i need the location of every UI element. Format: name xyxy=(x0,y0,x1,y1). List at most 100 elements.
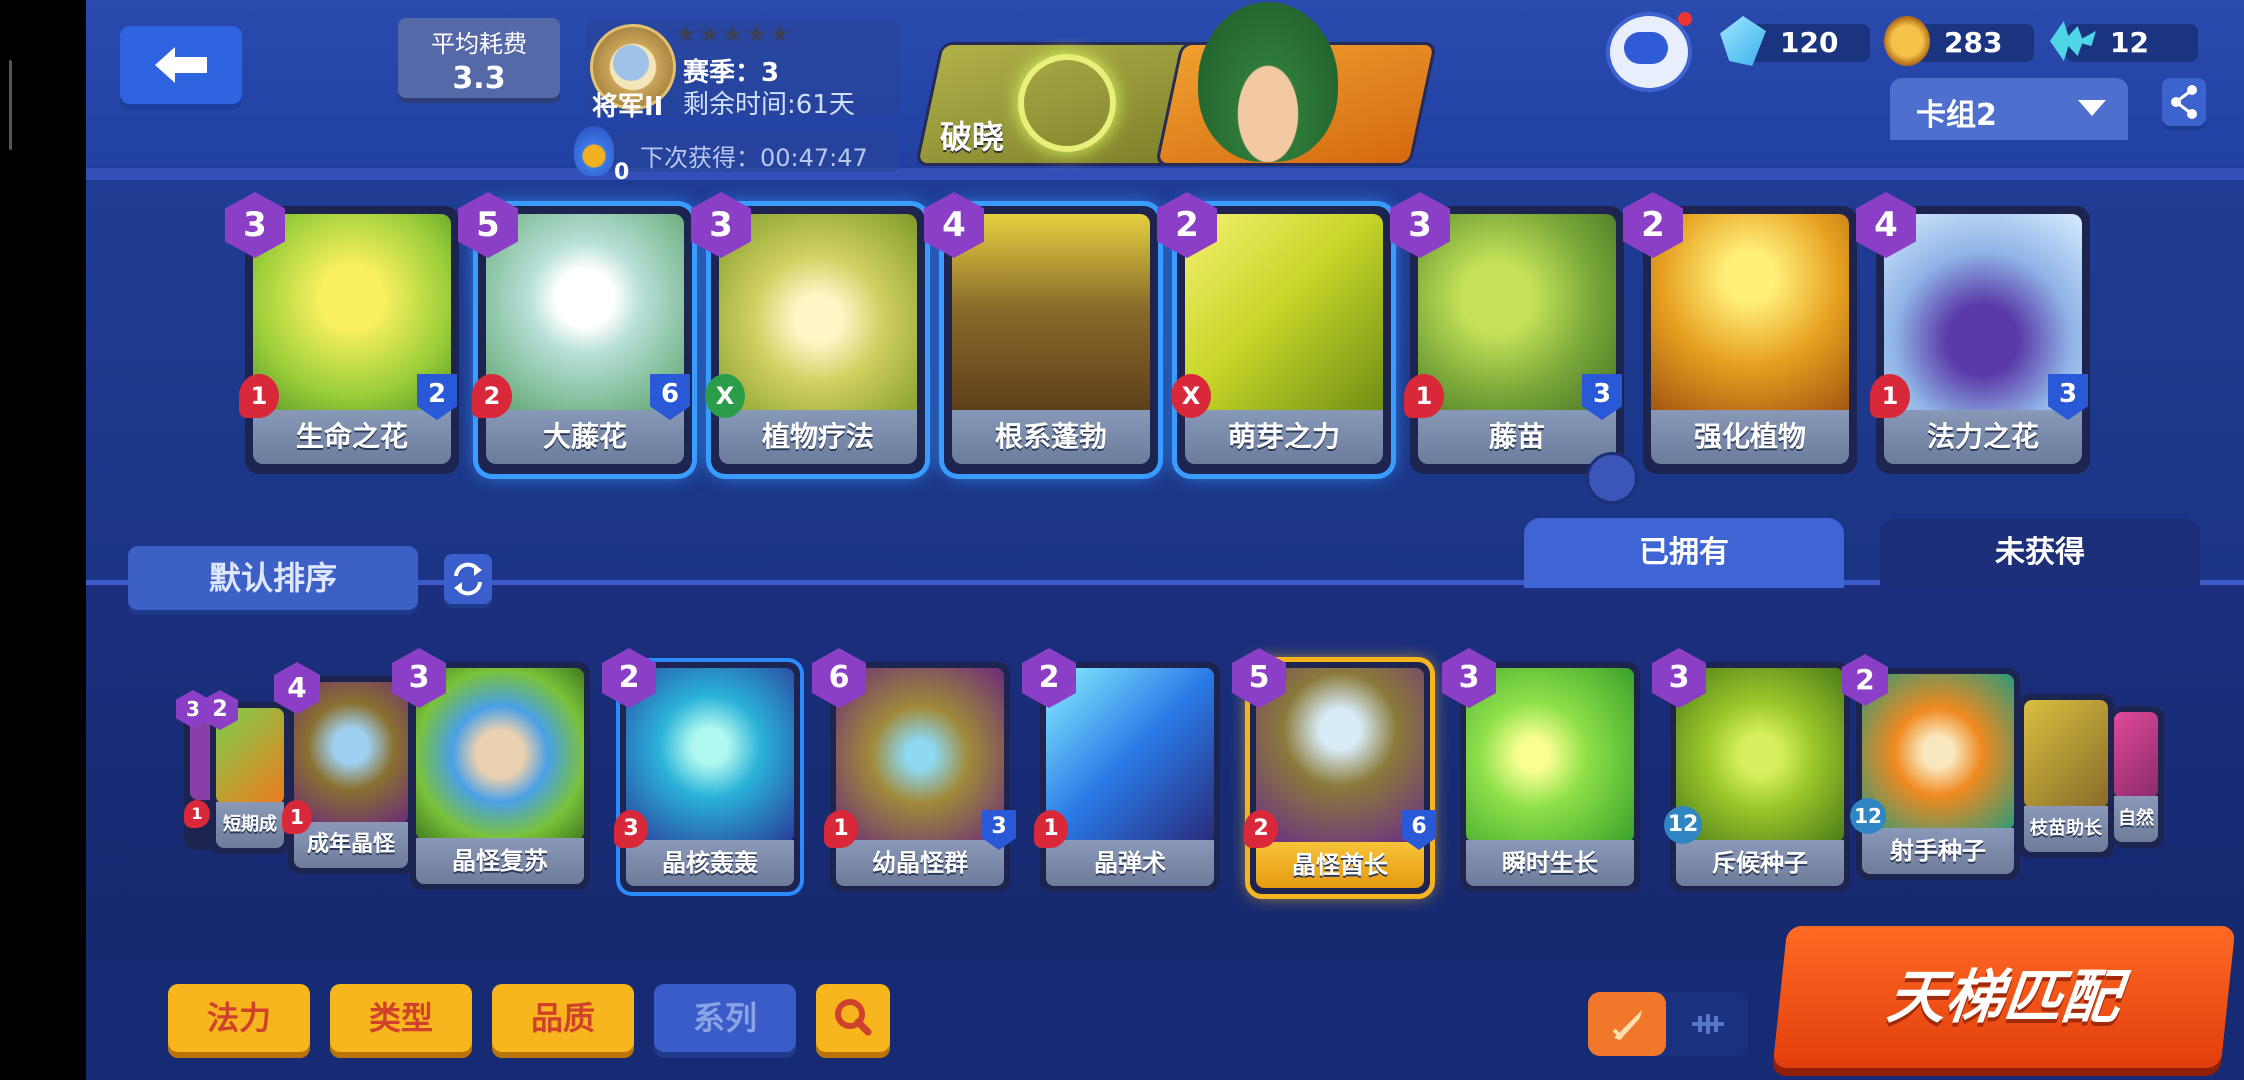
filter-type-button[interactable]: 类型 xyxy=(330,984,472,1052)
card-name: 短期成 xyxy=(216,802,284,848)
card-name: 枝苗助长 xyxy=(2024,806,2108,852)
card-art xyxy=(952,214,1150,424)
card-name: 大藤花 xyxy=(486,410,684,464)
rank-name: 将军II xyxy=(592,92,664,122)
ladder-match-button[interactable]: 天梯匹配 xyxy=(1772,926,2236,1068)
card-art xyxy=(1862,674,2014,830)
share-icon xyxy=(2171,85,2197,119)
collection-card[interactable]: 晶核轰轰 2 3 xyxy=(602,648,800,892)
attack-badge: 1 xyxy=(824,810,858,848)
card-art xyxy=(2024,700,2108,808)
deck-card[interactable]: 植物疗法 3 X xyxy=(691,192,925,476)
card-name: 射手种子 xyxy=(1862,828,2014,874)
back-arrow-icon xyxy=(155,47,207,83)
search-button[interactable] xyxy=(816,984,890,1052)
crystal-amount: 120 xyxy=(1780,26,1839,59)
attack-badge: 1 xyxy=(184,800,210,828)
card-name: 植物疗法 xyxy=(719,410,917,464)
deck-card[interactable]: 根系蓬勃 4 xyxy=(924,192,1158,476)
crystal-currency: 120 xyxy=(1720,16,1870,66)
refresh-button[interactable] xyxy=(444,554,492,604)
collection-card[interactable]: 瞬时生长 3 xyxy=(1442,648,1640,892)
card-art xyxy=(1185,214,1383,424)
view-toggle[interactable] xyxy=(1588,992,1748,1056)
card-name: 强化植物 xyxy=(1651,410,1849,464)
card-info-icon[interactable] xyxy=(1586,452,1638,504)
collection-card[interactable]: 晶弹术 2 1 xyxy=(1022,648,1220,892)
card-name: 晶弹术 xyxy=(1046,840,1214,886)
collection-card[interactable]: 幼晶怪群 6 1 3 xyxy=(812,648,1016,892)
back-button[interactable] xyxy=(120,26,242,104)
potion-star-icon xyxy=(574,126,614,176)
attack-badge: 1 xyxy=(239,374,279,418)
card-name: 根系蓬勃 xyxy=(952,410,1150,464)
health-badge: 12 xyxy=(1850,798,1886,834)
card-name: 藤苗 xyxy=(1418,410,1616,464)
card-art xyxy=(1651,214,1849,424)
collection-card[interactable]: 斥候种子 3 12 xyxy=(1652,648,1850,892)
card-name: 斥候种子 xyxy=(1676,840,1844,886)
card-art xyxy=(719,214,917,424)
hero-portrait xyxy=(1198,2,1338,162)
search-icon xyxy=(835,999,872,1036)
collection-card[interactable]: 晶怪酋长 5 2 6 xyxy=(1232,648,1436,894)
filter-mana-button[interactable]: 法力 xyxy=(168,984,310,1052)
tab-unowned[interactable]: 未获得 xyxy=(1880,518,2200,588)
collection-card[interactable]: 枝苗助长 xyxy=(2018,694,2114,858)
device-side-bar xyxy=(0,0,86,1080)
attack-badge: X xyxy=(1171,374,1211,418)
collection-card[interactable]: 短期成 2 xyxy=(202,690,290,854)
card-art xyxy=(2114,712,2158,798)
average-cost-value: 3.3 xyxy=(452,61,506,96)
collection-card[interactable]: 成年晶怪 4 1 xyxy=(274,662,414,874)
share-button[interactable] xyxy=(2162,78,2206,126)
average-cost-label: 平均耗费 xyxy=(431,30,527,58)
tab-owned[interactable]: 已拥有 xyxy=(1524,518,1844,588)
attack-badge: 1 xyxy=(282,800,312,834)
filter-series-button[interactable]: 系列 xyxy=(654,984,796,1052)
side-handle xyxy=(9,60,12,150)
card-name: 晶核轰轰 xyxy=(626,840,794,886)
fishbone-currency: 12 xyxy=(2050,21,2198,62)
attack-badge: 1 xyxy=(1034,810,1068,848)
collection-card[interactable]: 射手种子 2 12 xyxy=(1842,654,2020,880)
rank-stars-icon: ★★★★★ xyxy=(675,20,793,48)
card-name: 生命之花 xyxy=(253,410,451,464)
card-name: 自然 xyxy=(2114,796,2158,842)
deck-name: 卡组2 xyxy=(1916,98,1997,133)
deck-card[interactable]: 生命之花 3 1 2 xyxy=(225,192,459,476)
attack-badge: 2 xyxy=(1244,810,1278,848)
deck-card[interactable]: 萌芽之力 2 X xyxy=(1157,192,1391,476)
card-name: 晶怪酋长 xyxy=(1256,842,1424,888)
attack-badge: 3 xyxy=(614,810,648,848)
deck-dropdown[interactable]: 卡组2 xyxy=(1890,78,2128,140)
card-name: 晶怪复苏 xyxy=(416,838,584,884)
health-badge: 12 xyxy=(1664,806,1702,844)
attack-badge: 1 xyxy=(1404,374,1444,418)
hero-power-icon xyxy=(1018,54,1116,152)
card-name: 法力之花 xyxy=(1884,410,2082,464)
chat-button[interactable] xyxy=(1606,12,1692,92)
card-name: 成年晶怪 xyxy=(294,822,408,868)
refresh-icon xyxy=(454,562,482,596)
deck-card[interactable]: 法力之花 4 1 3 xyxy=(1856,192,2090,476)
attack-badge: 2 xyxy=(472,374,512,418)
season-remaining: 剩余时间:61天 xyxy=(683,90,855,120)
sort-button[interactable]: 默认排序 xyxy=(128,546,418,610)
attack-badge: 1 xyxy=(1870,374,1910,418)
collection-card[interactable]: 自然 xyxy=(2112,706,2164,848)
collection-card[interactable]: 晶怪复苏 3 xyxy=(392,648,590,890)
deck-card[interactable]: 强化植物 2 xyxy=(1623,192,1857,476)
chat-bubble-icon xyxy=(1624,32,1668,64)
hero-selector[interactable]: 破晓 xyxy=(914,2,1438,166)
coin-currency: 283 xyxy=(1884,16,2034,66)
attack-badge: X xyxy=(705,374,745,418)
next-reward-timer: 下次获得：00:47:47 xyxy=(640,144,868,172)
filter-quality-button[interactable]: 品质 xyxy=(492,984,634,1052)
deck-card[interactable]: 大藤花 5 2 6 xyxy=(458,192,692,476)
coin-amount: 283 xyxy=(1944,26,2003,59)
card-name: 萌芽之力 xyxy=(1185,410,1383,464)
fishbone-amount: 12 xyxy=(2110,26,2149,59)
sword-icon xyxy=(1612,1010,1642,1040)
deck-card[interactable]: 藤苗 3 1 3 xyxy=(1390,192,1624,476)
